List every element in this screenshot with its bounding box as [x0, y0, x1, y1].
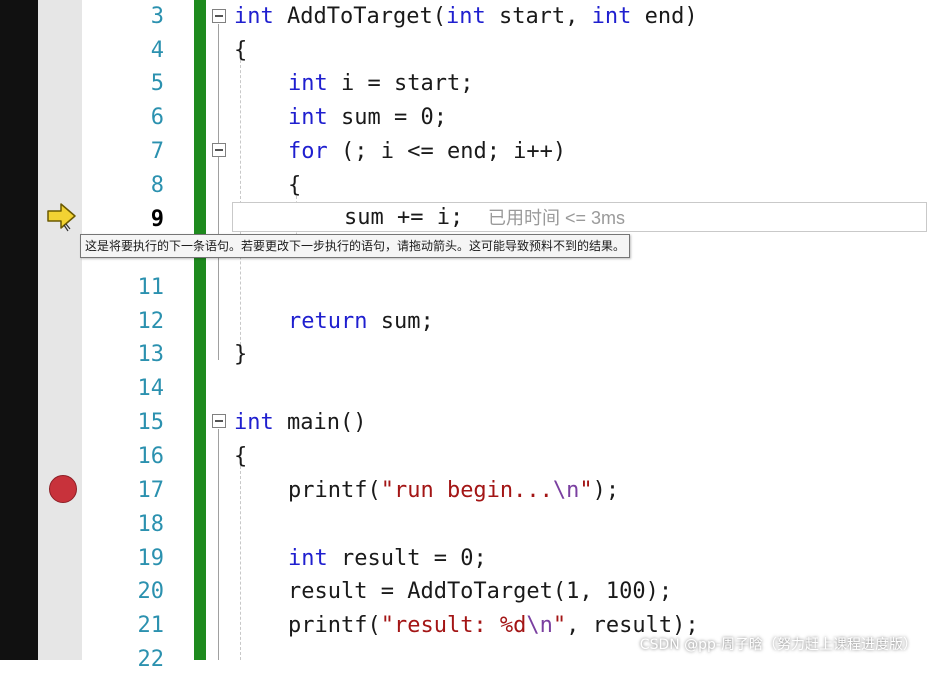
line-number: 13	[137, 342, 165, 367]
collapse-icon[interactable]	[212, 9, 226, 23]
change-tracking-bar	[194, 0, 206, 660]
watermark: CSDN @pp-周子晗（努力赶上课程进度版）	[639, 637, 917, 653]
line-number: 21	[137, 613, 165, 638]
code-line-current[interactable]: sum += i;	[344, 201, 463, 235]
line-number: 11	[137, 275, 165, 300]
line-number: 12	[137, 309, 165, 334]
line-number: 20	[137, 579, 165, 604]
line-number: 3	[150, 4, 164, 29]
collapse-icon[interactable]	[212, 143, 226, 157]
fold-line	[218, 429, 219, 660]
line-number: 5	[150, 71, 164, 96]
collapse-icon[interactable]	[212, 414, 226, 428]
code-line[interactable]: int result = 0;	[288, 542, 487, 576]
outlining-margin	[206, 0, 232, 660]
glyph-margin[interactable]	[38, 0, 82, 660]
line-number: 18	[137, 512, 165, 537]
next-statement-tooltip: 这是将要执行的下一条语句。若要更改下一步执行的语句，请拖动箭头。这可能导致预料不…	[80, 234, 631, 258]
line-number: 22	[137, 647, 165, 672]
code-line[interactable]: {	[288, 169, 301, 203]
code-line[interactable]: result = AddToTarget(1, 100);	[288, 575, 672, 609]
line-number: 16	[137, 444, 165, 469]
line-number: 8	[150, 173, 164, 198]
line-number: 6	[150, 105, 164, 130]
code-line[interactable]: printf("run begin...\n");	[288, 474, 619, 508]
code-line[interactable]: int main()	[234, 406, 366, 440]
code-line[interactable]: }	[234, 338, 247, 372]
line-number: 15	[137, 410, 165, 435]
line-number-current: 9	[150, 207, 164, 232]
code-line[interactable]: int i = start;	[288, 67, 473, 101]
left-window-edge	[0, 0, 38, 660]
line-number: 19	[137, 546, 165, 571]
next-statement-arrow-icon[interactable]	[46, 202, 78, 232]
code-line[interactable]: return sum;	[288, 305, 434, 339]
line-number: 7	[150, 139, 164, 164]
line-number: 4	[150, 38, 164, 63]
line-number: 14	[137, 376, 165, 401]
code-line[interactable]: int AddToTarget(int start, int end)	[234, 0, 698, 34]
code-line[interactable]: for (; i <= end; i++)	[288, 135, 566, 169]
perf-tip[interactable]: 已用时间 <= 3ms	[488, 201, 625, 235]
line-number: 17	[137, 478, 165, 503]
line-number-gutter: 3 4 5 6 7 8 9 10 11 12 13 14 15 16 17 18…	[82, 0, 194, 672]
code-line[interactable]: {	[234, 440, 247, 474]
indent-guide	[240, 466, 241, 660]
code-line[interactable]: {	[234, 34, 247, 68]
code-line[interactable]: int sum = 0;	[288, 101, 447, 135]
code-line[interactable]: printf("result: %d\n", result);	[288, 609, 699, 643]
breakpoint-icon[interactable]	[49, 475, 77, 503]
